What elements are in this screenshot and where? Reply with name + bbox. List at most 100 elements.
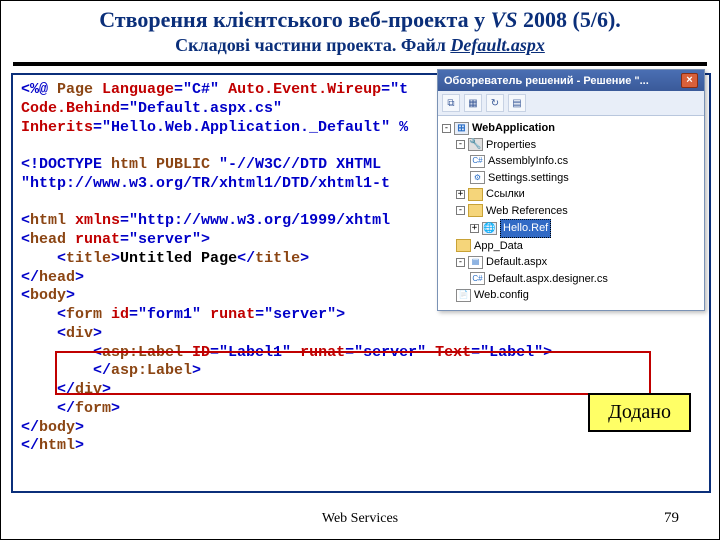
- code-tok: ="server">: [120, 231, 210, 248]
- code-tok: </: [21, 381, 75, 398]
- code-tok: body: [39, 419, 75, 436]
- tree-node-helloref[interactable]: + 🌐 Hello.Ref: [442, 219, 700, 238]
- slide: Створення клієнтського веб-проекта у VS …: [0, 0, 720, 540]
- title-prefix: Створення клієнтського веб-проекта у: [99, 7, 490, 32]
- code-tok: html: [30, 212, 66, 229]
- tree-node-webreferences[interactable]: - Web References: [442, 203, 700, 220]
- subtitle-prefix: Складові частини проекта. Файл: [175, 35, 450, 55]
- collapse-icon[interactable]: -: [442, 124, 451, 133]
- code-tok: title: [255, 250, 300, 267]
- collapse-icon[interactable]: -: [456, 258, 465, 267]
- close-icon[interactable]: ×: [681, 73, 698, 88]
- solution-explorer-panel: Обозреватель решений - Решение "... × ⧉ …: [437, 69, 705, 311]
- solution-explorer-titlebar[interactable]: Обозреватель решений - Решение "... ×: [438, 70, 704, 91]
- tree-label: Web References: [486, 203, 568, 220]
- code-tok: </: [21, 269, 39, 286]
- code-tok: <%@: [21, 81, 48, 98]
- code-tok: >: [75, 419, 84, 436]
- code-tok: xmlns: [66, 212, 120, 229]
- aspx-file-icon: ▤: [468, 256, 483, 269]
- expand-icon[interactable]: +: [456, 190, 465, 199]
- code-tok: Untitled Page: [120, 250, 237, 267]
- folder-icon: [468, 204, 483, 217]
- config-file-icon: 📄: [456, 289, 471, 302]
- solution-tree: - ⊞ WebApplication - 🔧 Properties C# Ass…: [438, 116, 704, 310]
- code-tok: ="t: [381, 81, 408, 98]
- collapse-icon[interactable]: -: [456, 140, 465, 149]
- tree-label: Default.aspx: [486, 254, 547, 271]
- code-tok: "-//W3C//DTD XHTML: [210, 156, 381, 173]
- code-tok: asp:Label: [102, 344, 183, 361]
- code-tok: </: [21, 437, 39, 454]
- slide-title: Створення клієнтського веб-проекта у VS …: [17, 7, 703, 33]
- code-tok: Auto.Event.Wireup: [219, 81, 381, 98]
- added-badge: Додано: [588, 393, 691, 432]
- code-tok: "http://www.w3.org/TR/xhtml1/DTD/xhtml1-…: [21, 175, 390, 192]
- tree-node-webapplication[interactable]: - ⊞ WebApplication: [442, 120, 700, 137]
- code-tok: >: [192, 362, 201, 379]
- tree-label: Default.aspx.designer.cs: [488, 271, 608, 288]
- expand-icon[interactable]: +: [470, 224, 479, 233]
- code-tok: ="server">: [255, 306, 345, 323]
- code-tok: runat: [201, 306, 255, 323]
- code-tok: Language: [102, 81, 174, 98]
- tree-label: Settings.settings: [488, 170, 569, 187]
- tree-label-selected: Hello.Ref: [500, 219, 551, 238]
- subtitle-filename: Default.aspx: [450, 35, 545, 55]
- tree-label: WebApplication: [472, 120, 555, 137]
- code-tok: ="http://www.w3.org/1999/xhtml: [120, 212, 390, 229]
- title-suffix: 2008 (5/6).: [518, 7, 621, 32]
- code-tok: html: [102, 156, 156, 173]
- code-tok: ="Label1": [210, 344, 291, 361]
- tree-node-designer[interactable]: C# Default.aspx.designer.cs: [442, 271, 700, 288]
- code-tok: form: [66, 306, 102, 323]
- code-tok: </: [21, 419, 39, 436]
- code-tok: >: [111, 400, 120, 417]
- code-tok: head: [39, 269, 75, 286]
- code-tok: id: [102, 306, 129, 323]
- tree-node-references[interactable]: + Ссылки: [442, 186, 700, 203]
- title-vs: VS: [491, 7, 518, 32]
- tree-label: Ссылки: [486, 186, 525, 203]
- code-tok: <: [21, 306, 66, 323]
- tree-label: App_Data: [474, 238, 523, 255]
- tree-node-assemblyinfo[interactable]: C# AssemblyInfo.cs: [442, 153, 700, 170]
- tree-node-defaultaspx[interactable]: - ▤ Default.aspx: [442, 254, 700, 271]
- code-tok: <: [21, 325, 66, 342]
- code-tok: >: [111, 250, 120, 267]
- code-tok: title: [66, 250, 111, 267]
- code-tok: <: [21, 231, 30, 248]
- cs-file-icon: C#: [470, 155, 485, 168]
- toolbar-btn-showall[interactable]: ▦: [464, 94, 482, 112]
- references-icon: [468, 188, 483, 201]
- showall-icon: ▦: [468, 98, 477, 109]
- code-tok: <: [21, 212, 30, 229]
- code-tok: div: [66, 325, 93, 342]
- tree-label: Properties: [486, 137, 536, 154]
- code-tok: >: [300, 250, 309, 267]
- tree-node-appdata[interactable]: App_Data: [442, 238, 700, 255]
- nest-icon: ▤: [512, 98, 521, 109]
- code-tok: PUBLIC: [156, 156, 210, 173]
- wrench-icon: 🔧: [468, 138, 483, 151]
- code-tok: >: [75, 437, 84, 454]
- code-tok: <!DOCTYPE: [21, 156, 102, 173]
- toolbar-btn-nest[interactable]: ▤: [508, 94, 526, 112]
- tree-node-webconfig[interactable]: 📄 Web.config: [442, 287, 700, 304]
- code-tok: </: [21, 362, 111, 379]
- code-tok: <: [21, 287, 30, 304]
- settings-file-icon: ⚙: [470, 171, 485, 184]
- code-tok: asp:Label: [111, 362, 192, 379]
- toolbar-btn-properties[interactable]: ⧉: [442, 94, 460, 112]
- solution-explorer-title: Обозреватель решений - Решение "...: [444, 75, 649, 87]
- code-tok: ="Hello.Web.Application._Default": [93, 119, 390, 136]
- tree-node-settings[interactable]: ⚙ Settings.settings: [442, 170, 700, 187]
- project-icon: ⊞: [454, 122, 469, 135]
- tree-node-properties[interactable]: - 🔧 Properties: [442, 137, 700, 154]
- code-tok: body: [30, 287, 66, 304]
- toolbar-btn-refresh[interactable]: ↻: [486, 94, 504, 112]
- title-divider: [13, 62, 707, 66]
- code-tok: div: [75, 381, 102, 398]
- code-tok: html: [39, 437, 75, 454]
- collapse-icon[interactable]: -: [456, 206, 465, 215]
